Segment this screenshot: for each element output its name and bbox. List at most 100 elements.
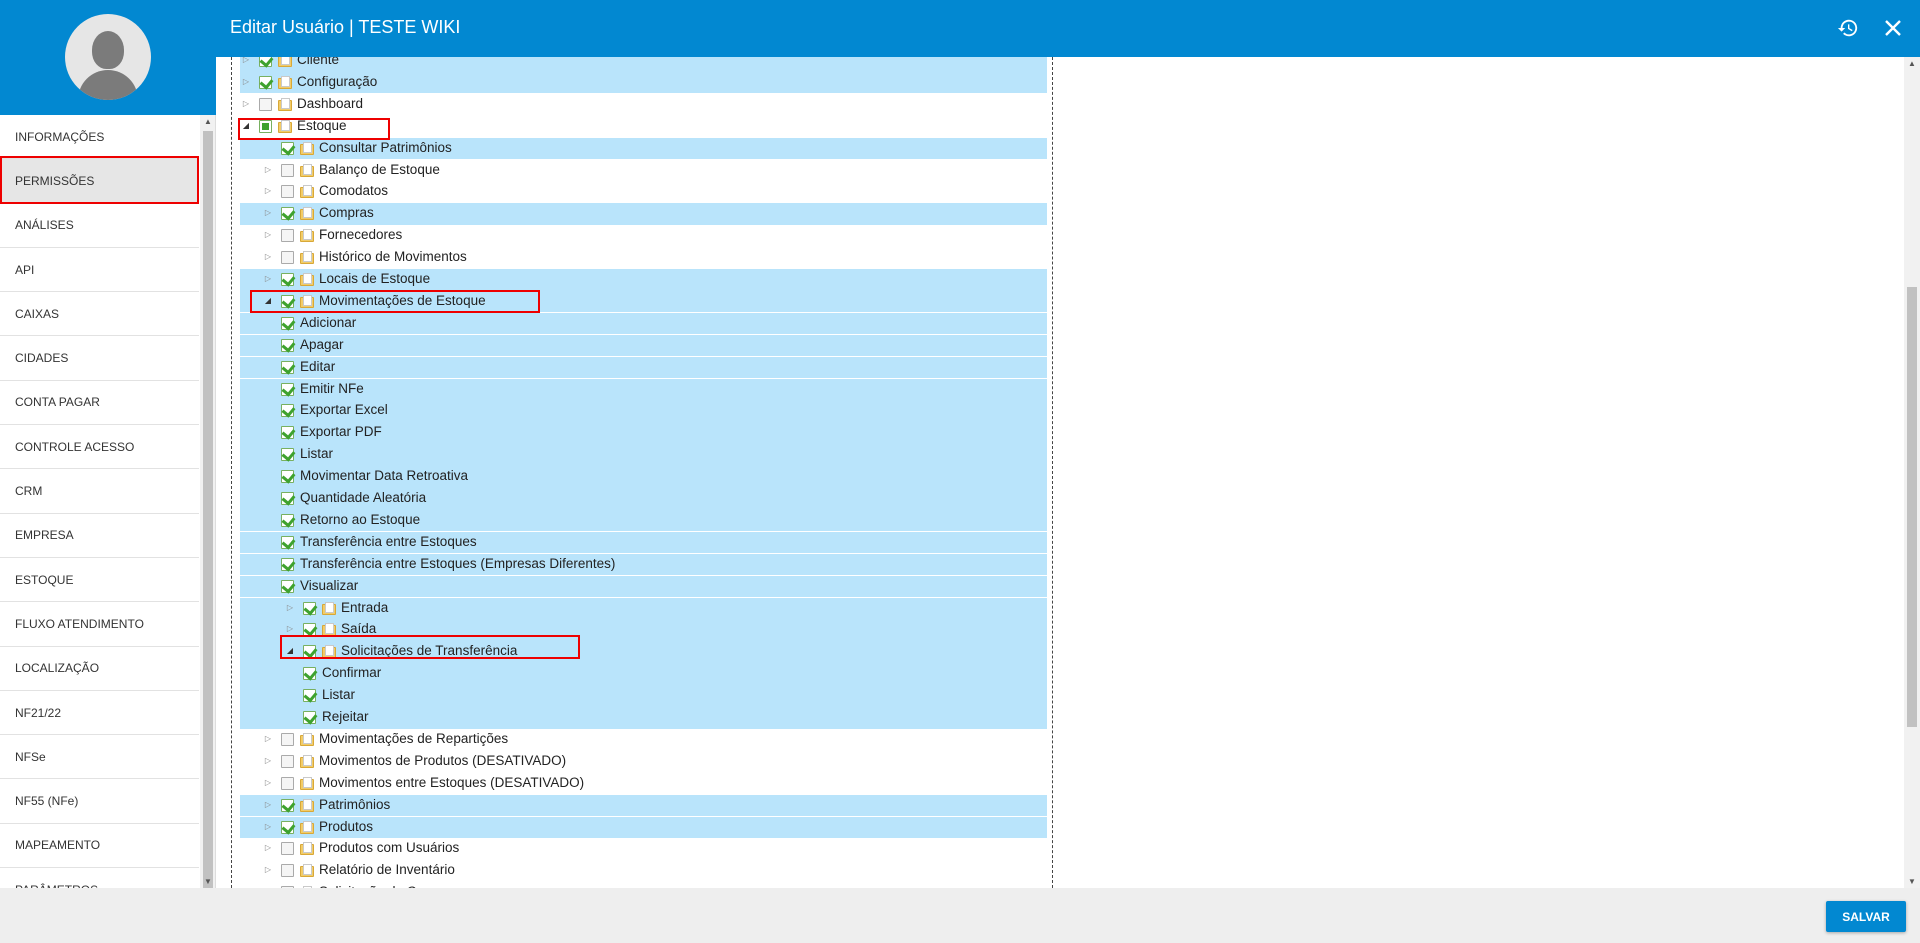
tree-node[interactable]: ▷ Balanço de Estoque: [240, 160, 1047, 182]
tree-node[interactable]: ▷ Entrada: [240, 597, 1047, 620]
tree-node[interactable]: Retorno ao Estoque: [240, 509, 1047, 532]
tree-node[interactable]: ▷ Relatório de Inventário: [240, 860, 1047, 882]
tree-checkbox[interactable]: [281, 273, 294, 286]
tree-checkbox[interactable]: [303, 711, 316, 724]
tree-node[interactable]: Rejeitar: [240, 707, 1047, 729]
tree-checkbox[interactable]: [281, 207, 294, 221]
tree-checkbox[interactable]: [281, 557, 294, 571]
expand-icon[interactable]: ▷: [241, 99, 251, 108]
tree-checkbox[interactable]: [281, 754, 294, 768]
sidebar-item[interactable]: LOCALIZAÇÃO: [0, 647, 199, 691]
expand-icon[interactable]: ▷: [263, 734, 273, 743]
save-button[interactable]: SALVAR: [1826, 901, 1906, 932]
history-icon[interactable]: [1835, 15, 1861, 41]
sidebar-item[interactable]: NFSe: [0, 735, 199, 780]
tree-node[interactable]: ▷ Movimentos de Produtos (DESATIVADO): [240, 751, 1047, 773]
tree-node[interactable]: Exportar Excel: [240, 400, 1047, 422]
main-scrollbar[interactable]: ▲ ▼: [1904, 57, 1920, 888]
tree-checkbox[interactable]: [281, 382, 294, 396]
tree-node[interactable]: Quantidade Aleatória: [240, 488, 1047, 510]
tree-checkbox[interactable]: [303, 601, 316, 615]
tree-checkbox[interactable]: [281, 864, 294, 878]
tree-checkbox[interactable]: [281, 338, 294, 352]
expand-icon[interactable]: ▷: [263, 843, 273, 852]
expand-icon[interactable]: ▷: [263, 230, 273, 239]
tree-checkbox[interactable]: [281, 404, 294, 418]
sidebar-item[interactable]: NF21/22: [0, 691, 199, 736]
tree-checkbox[interactable]: [281, 579, 294, 593]
expand-icon[interactable]: ▷: [285, 624, 295, 633]
tree-node[interactable]: ▷ Cliente: [240, 57, 1047, 72]
sidebar-item[interactable]: EMPRESA: [0, 514, 199, 558]
sidebar-item[interactable]: CAIXAS: [0, 292, 199, 337]
tree-node[interactable]: ▷ Patrimônios: [240, 794, 1047, 817]
expand-icon[interactable]: ▷: [263, 778, 273, 787]
tree-node[interactable]: ▷ Dashboard: [240, 94, 1047, 116]
sidebar-item[interactable]: CONTROLE ACESSO: [0, 425, 199, 470]
tree-checkbox[interactable]: [259, 119, 272, 133]
tree-checkbox[interactable]: [303, 623, 316, 637]
sidebar-item[interactable]: FLUXO ATENDIMENTO: [0, 602, 199, 647]
expand-icon[interactable]: ▷: [285, 603, 295, 612]
tree-checkbox[interactable]: [303, 689, 316, 703]
tree-node[interactable]: ▷ Compras: [240, 203, 1047, 225]
tree-checkbox[interactable]: [259, 97, 272, 111]
tree-node[interactable]: Exportar PDF: [240, 422, 1047, 444]
tree-checkbox[interactable]: [259, 75, 272, 89]
tree-checkbox[interactable]: [281, 820, 294, 834]
collapse-icon[interactable]: ◢: [241, 121, 251, 130]
expand-icon[interactable]: ▷: [241, 77, 251, 86]
tree-node[interactable]: Movimentar Data Retroativa: [240, 466, 1047, 488]
tree-checkbox[interactable]: [281, 426, 294, 440]
tree-node[interactable]: Consultar Patrimônios: [240, 137, 1047, 160]
sidebar-item[interactable]: ANÁLISES: [0, 204, 199, 248]
tree-node[interactable]: ▷ Fornecedores: [240, 225, 1047, 247]
tree-node[interactable]: Confirmar: [240, 663, 1047, 685]
expand-icon[interactable]: ▷: [263, 865, 273, 874]
tree-node[interactable]: ▷ Histórico de Movimentos: [240, 247, 1047, 269]
expand-icon[interactable]: ▷: [241, 57, 251, 64]
tree-node[interactable]: Visualizar: [240, 575, 1047, 598]
expand-icon[interactable]: ▷: [263, 208, 273, 217]
sidebar-item[interactable]: NF55 (NFe): [0, 779, 199, 824]
expand-icon[interactable]: ▷: [263, 822, 273, 831]
close-icon[interactable]: [1880, 15, 1906, 41]
tree-checkbox[interactable]: [303, 667, 316, 681]
tree-node[interactable]: Apagar: [240, 334, 1047, 357]
tree-node[interactable]: ▷ Comodatos: [240, 181, 1047, 203]
sidebar-item[interactable]: PARÂMETROS: [0, 868, 199, 888]
collapse-icon[interactable]: ◢: [285, 646, 295, 655]
tree-checkbox[interactable]: [281, 776, 294, 790]
sidebar-item[interactable]: CIDADES: [0, 336, 199, 381]
tree-checkbox[interactable]: [281, 798, 294, 812]
tree-checkbox[interactable]: [281, 448, 294, 462]
expand-icon[interactable]: ▷: [263, 800, 273, 809]
tree-checkbox[interactable]: [281, 470, 294, 484]
tree-checkbox[interactable]: [303, 645, 316, 659]
tree-checkbox[interactable]: [281, 842, 294, 856]
tree-node[interactable]: ▷ Saída: [240, 619, 1047, 641]
tree-checkbox[interactable]: [281, 732, 294, 746]
expand-icon[interactable]: ▷: [263, 756, 273, 765]
tree-node[interactable]: ▷ Locais de Estoque: [240, 269, 1047, 291]
tree-checkbox[interactable]: [259, 57, 272, 67]
sidebar-item[interactable]: ESTOQUE: [0, 558, 199, 603]
tree-checkbox[interactable]: [281, 360, 294, 374]
sidebar-item[interactable]: PERMISSÕES: [0, 159, 199, 204]
expand-icon[interactable]: ▷: [263, 165, 273, 174]
tree-node[interactable]: ▷ Produtos com Usuários: [240, 838, 1047, 860]
tree-checkbox[interactable]: [281, 141, 294, 155]
sidebar-item[interactable]: API: [0, 248, 199, 293]
tree-checkbox[interactable]: [281, 294, 294, 308]
sidebar-scrollbar[interactable]: ▲ ▼: [200, 115, 215, 888]
tree-node[interactable]: ▷ Configuração: [240, 71, 1047, 94]
tree-checkbox[interactable]: [281, 513, 294, 527]
sidebar-item[interactable]: INFORMAÇÕES: [0, 115, 199, 160]
collapse-icon[interactable]: ◢: [263, 296, 273, 305]
tree-node[interactable]: Adicionar: [240, 312, 1047, 335]
expand-icon[interactable]: ▷: [263, 274, 273, 283]
tree-node[interactable]: ▷ Produtos: [240, 816, 1047, 839]
tree-checkbox[interactable]: [281, 316, 294, 330]
tree-node[interactable]: Transferência entre Estoques: [240, 531, 1047, 554]
tree-node[interactable]: ◢ Estoque: [240, 116, 1047, 138]
